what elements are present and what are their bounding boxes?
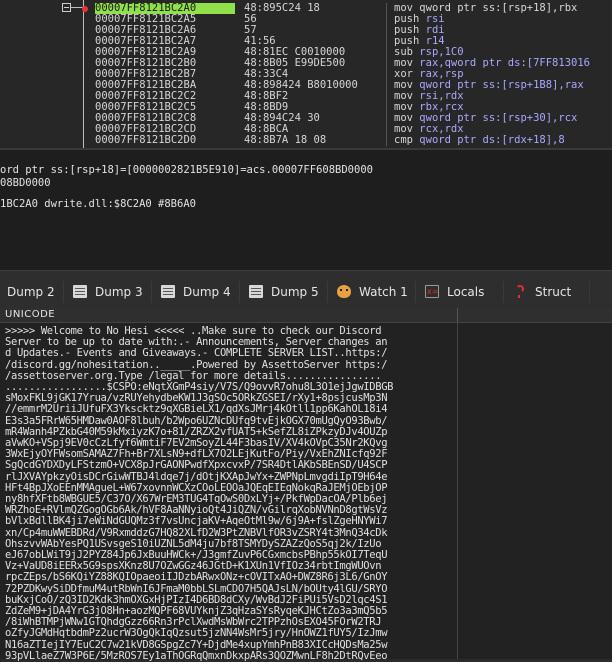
tab-label: Struct	[535, 285, 572, 299]
unicode-line[interactable]: WRZhoE+RVlmQZGogOGb6Ak/hVF8AaNNyioQt4JiQ…	[5, 505, 456, 516]
unicode-line[interactable]: ZdZeM9+jDA4YrG3jO8Hn+aozMQPF68VUYknjZ3qH…	[5, 606, 456, 617]
locals-icon	[425, 281, 439, 303]
disasm-column-divider	[386, 47, 387, 58]
disasm-instruction: cmp qword ptr ds:[rdx+18],8	[394, 135, 565, 146]
disasm-column-divider	[386, 25, 387, 36]
dump-icon	[73, 285, 87, 298]
unicode-line[interactable]: 93pVLlaeZ7W3P6E/5MzROS7Ey1aThOGRqQmxnDkx…	[5, 651, 456, 662]
disasm-bytes: 48:895C24 18	[244, 2, 320, 14]
unicode-line[interactable]: xn/Cp4muWWEBDRd/V9RxmddzG7HQ82XLfD2W3PtZ…	[5, 528, 456, 539]
unicode-line[interactable]: sMoxFKL9jGK17Yrua/vzRUYehydbeKW1J3gSOc5O…	[5, 393, 456, 404]
disasm-column-divider	[386, 80, 387, 91]
unicode-line[interactable]: SgQcdGYDXDyLFStzmO+VCX8pJrGAONPwdfXpxcvx…	[5, 460, 456, 471]
tab-dump-3[interactable]: Dump 3	[64, 281, 152, 303]
tab-label: Watch 1	[359, 285, 408, 299]
disasm-column-divider	[386, 91, 387, 102]
dump-icon	[249, 285, 263, 298]
collapse-toggle-icon[interactable]	[62, 3, 71, 12]
header-column-divider[interactable]	[457, 308, 458, 322]
unicode-line[interactable]: N16aZTIejIY7EuC2C7w21kVD8GSpgZc7Y+DjdMe4…	[5, 640, 456, 651]
tab-label: Locals	[447, 285, 485, 299]
disasm-column-divider	[386, 102, 387, 113]
unicode-line[interactable]: rpcZEps/bS6KQiYZ88KQIOpaeoiIJDzbARwxONz+…	[5, 572, 456, 583]
info-line-1: ord ptr ss:[rsp+18]=[0000002821B5E910]=a…	[0, 164, 373, 176]
unicode-line[interactable]: rlJXVAYpkzyOisDCrGiwWTBJ4ldqe7j/dOtjKXAp…	[5, 472, 456, 483]
tab-label: Dump 2	[7, 285, 55, 299]
disasm-mnemonic: cmp	[394, 134, 413, 146]
unicode-line[interactable]: 72PZDKwySiDDfmuM4utRbWnI6JFmaM0bbLSLmCDO…	[5, 584, 456, 595]
unicode-line[interactable]: buKxjCoO/zQ3ID2Kdk3hmOXGxHjPIzI4D6BD8dCX…	[5, 595, 456, 606]
struct-icon	[513, 285, 527, 298]
tab-label: Dump 4	[183, 285, 231, 299]
disasm-column-divider	[386, 124, 387, 135]
disasm-bytes: 48:8B7A 18 08	[244, 134, 327, 146]
disasm-column-divider	[386, 69, 387, 80]
unicode-line[interactable]: OhszvvWAbYesPQ1USvsgeS10iUZNL5dM4ju7bf8T…	[5, 539, 456, 550]
info-pane: ord ptr ss:[rsp+18]=[0000002821B5E910]=a…	[0, 148, 612, 272]
disassembly-pane[interactable]: 00007FF8121BC2A0 48:895C24 18 mov qword pt…	[0, 0, 612, 148]
unicode-line[interactable]: .................$CSPO:eNqtXGmP4siy/V7S/…	[5, 382, 456, 393]
tab-dump-5[interactable]: Dump 5	[240, 281, 328, 303]
unicode-line[interactable]: oZfyJGMdHqtbdmPz2ucrW3OgQkIqQzsut5jzNN4W…	[5, 628, 456, 639]
disassembly-gutter[interactable]	[0, 0, 92, 148]
tab-dump-2[interactable]: Dump 2	[0, 281, 64, 303]
column-divider	[457, 323, 458, 659]
tab-label: Dump 3	[95, 285, 143, 299]
unicode-line[interactable]: eJ67obLWiT9jJ2PYZ84Jp6JxBuuHWCk+/J3gmfZu…	[5, 550, 456, 561]
disasm-address: 00007FF8121BC2D0	[95, 134, 197, 146]
unicode-line[interactable]: /8iWhBTMPjWNw1GTQhdgGzz66Rn3rPclXwdMsWbW…	[5, 617, 456, 628]
disasm-column-divider	[386, 135, 387, 146]
unicode-line[interactable]: >>>>> Welcome to No Hesi <<<<< ..Make su…	[5, 326, 456, 337]
tab-locals[interactable]: Locals	[416, 281, 504, 303]
unicode-line[interactable]: HFt4BpJXoEEnMMAgueL+W67xovnnWCXzCOoLEOOa…	[5, 483, 456, 494]
unicode-line[interactable]: ny8hfXFtb8WBGUE5/C37O/X67WrEM3TUG4TqOwS0…	[5, 494, 456, 505]
info-line-3: 1BC2A0 dwrite.dll:$8C2A0 #8B6A0	[0, 198, 196, 210]
unicode-line[interactable]: mR4Wanh4PZkbG40M59kMxiyzK7o+81/ZRZX2vfUA…	[5, 427, 456, 438]
disasm-column-divider	[386, 58, 387, 69]
disasm-column-divider	[386, 113, 387, 124]
unicode-line[interactable]: //emmrM2UriiJUfuFX3Ykscktz9qXGBieLX1/qdX…	[5, 404, 456, 415]
unicode-column-header[interactable]: UNICODE	[0, 308, 612, 323]
disasm-column-divider	[386, 3, 387, 14]
unicode-dump-pane[interactable]: UNICODE >>>>> Welcome to No Hesi <<<<< .…	[0, 308, 612, 662]
breakpoint-marker-icon[interactable]	[82, 6, 88, 12]
watch-icon	[337, 285, 351, 298]
tab-label: Dump 5	[271, 285, 319, 299]
disasm-column-divider	[386, 36, 387, 47]
unicode-line[interactable]: aVwKO+VSpj9EV0cCzLfyf6WmtiF7EV2mSoyZL44F…	[5, 438, 456, 449]
unicode-line[interactable]: bVlxBdllBK4ji7eWiNdGUQMz3f7vsUncjaKV+Aqe…	[5, 516, 456, 527]
tab-watch-1[interactable]: Watch 1	[328, 281, 416, 303]
tab-struct[interactable]: Struct	[504, 281, 590, 303]
unicode-header-label: UNICODE	[5, 309, 56, 320]
disasm-operands: qword ptr ds:[rdx+18],8	[419, 134, 565, 146]
unicode-line[interactable]: /assettoserver.org.Type /legal for more …	[5, 371, 456, 382]
unicode-line[interactable]: /discord.gg/nohesitation.._____.Powered …	[5, 360, 456, 371]
unicode-line[interactable]: 3WxEjyOYFWsomSAMAZ7Fh+Br7XLsN9+dfLX7O2LE…	[5, 449, 456, 460]
info-line-2: 08BD0000	[0, 177, 51, 189]
bottom-tab-bar: Dump 2 Dump 3 Dump 4 Dump 5 Watch 1 Locals Str…	[0, 270, 612, 310]
unicode-line[interactable]: E3s3a5FRrW65HMDaw0AOF8lbuh/b2Wpo6UZNcDUf…	[5, 416, 456, 427]
unicode-line[interactable]: Vz+VaUD8iEERx5G9spsXKnz8U7OZwGGz46JGtD+K…	[5, 561, 456, 572]
dump-icon	[161, 285, 175, 298]
disasm-column-divider	[386, 14, 387, 25]
tab-dump-4[interactable]: Dump 4	[152, 281, 240, 303]
disasm-bytes: 56	[244, 13, 257, 25]
unicode-line[interactable]: Server to be up to date with:.- Announce…	[5, 337, 456, 348]
unicode-line[interactable]: d Updates.- Events and Giveaways.- COMPL…	[5, 348, 456, 359]
unicode-dump-body[interactable]: >>>>> Welcome to No Hesi <<<<< ..Make su…	[0, 323, 612, 662]
branch-tree-line	[83, 0, 84, 148]
